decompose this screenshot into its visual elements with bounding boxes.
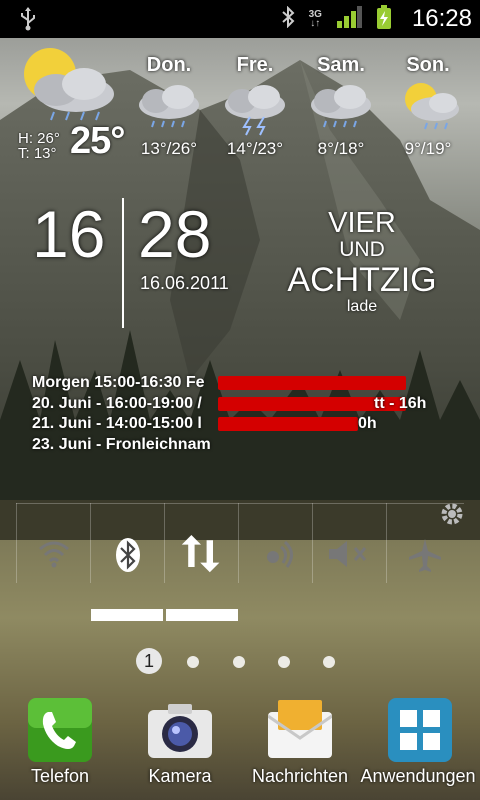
dock-label: Nachrichten xyxy=(251,766,349,786)
event-text: 21. Juni - 14:00-15:00 l xyxy=(32,415,202,432)
bluetooth-status-bar xyxy=(91,609,163,621)
calendar-event[interactable]: 21. Juni - 14:00-15:00 l 0h xyxy=(32,414,452,435)
dock-item-camera[interactable]: Kamera xyxy=(120,690,240,800)
toggle-wifi[interactable] xyxy=(16,503,91,583)
apps-grid-icon xyxy=(388,698,452,762)
sun-cloud-icon xyxy=(393,77,463,137)
event-text: 23. Juni - Fronleichnam xyxy=(32,435,211,453)
dock-label: Anwendungen xyxy=(360,766,476,786)
forecast-day-4[interactable]: Son. 9°/19° xyxy=(383,54,473,159)
word-clock-line-3: ACHTZIG xyxy=(287,261,437,299)
signal-icon xyxy=(336,5,362,33)
gps-icon xyxy=(267,540,293,568)
envelope-icon xyxy=(268,700,332,758)
clock-minute[interactable]: 28 xyxy=(138,198,211,270)
forecast-day-label: Fre. xyxy=(236,54,274,76)
toggle-gps[interactable] xyxy=(238,503,313,583)
usb-icon xyxy=(18,6,38,37)
dock-label: Telefon xyxy=(30,766,90,786)
calendar-event[interactable]: Morgen 15:00-16:30 Fe xyxy=(32,373,452,394)
bluetooth-icon xyxy=(281,5,295,33)
page-dot[interactable] xyxy=(233,656,245,668)
battery-status-label: lade xyxy=(346,298,378,315)
clock-date[interactable]: 16.06.2011 xyxy=(140,273,229,294)
forecast-range: 8°/18° xyxy=(317,139,365,158)
high-temp-label: H: 26° xyxy=(18,130,60,147)
dock: Telefon Kamera Nachrichten Anwendungen xyxy=(0,690,480,800)
thunderstorm-icon xyxy=(220,77,290,137)
rain-cloud-icon xyxy=(134,77,204,137)
calendar-event[interactable]: 23. Juni - Fronleichnam xyxy=(32,435,452,456)
forecast-day-label: Son. xyxy=(406,54,450,76)
battery-charging-icon xyxy=(376,4,392,34)
clock-divider xyxy=(122,198,124,328)
bluetooth-icon xyxy=(116,538,140,572)
event-tail: tt - 16h xyxy=(374,394,427,412)
toggle-sound[interactable] xyxy=(312,503,387,583)
phone-icon xyxy=(28,698,92,762)
network-type-indicator: 3G ↓↑ xyxy=(308,9,322,29)
calendar-event[interactable]: 20. Juni - 16:00-19:00 / tt - 16h xyxy=(32,394,452,415)
dock-item-phone[interactable]: Telefon xyxy=(0,690,120,800)
clock-hour[interactable]: 16 xyxy=(32,198,105,270)
low-temp-label: T: 13° xyxy=(18,145,57,162)
forecast-day-label: Don. xyxy=(146,54,192,76)
toggle-bluetooth[interactable] xyxy=(90,503,165,583)
forecast-range: 13°/26° xyxy=(140,139,198,158)
forecast-day-2[interactable]: Fre. 14°/23° xyxy=(210,54,300,159)
current-temperature[interactable]: 25° xyxy=(70,120,125,163)
status-bar: 3G ↓↑ 16:28 xyxy=(0,0,480,38)
power-widget xyxy=(16,503,464,623)
dock-item-messages[interactable]: Nachrichten xyxy=(240,690,360,800)
redaction-bar xyxy=(218,376,406,390)
word-clock-line-1: VIER xyxy=(328,207,396,239)
data-sync-icon xyxy=(181,535,220,573)
forecast-day-1[interactable]: Don. 13°/26° xyxy=(124,54,214,159)
forecast-day-3[interactable]: Sam. 8°/18° xyxy=(296,54,386,159)
page-dot[interactable] xyxy=(187,656,199,668)
word-clock-line-2: UND xyxy=(339,238,385,261)
word-clock[interactable]: VIER UND ACHTZIG lade xyxy=(282,208,442,316)
page-dot[interactable] xyxy=(323,656,335,668)
toggle-data-sync[interactable] xyxy=(164,503,239,583)
toggle-airplane[interactable] xyxy=(386,503,465,583)
wifi-icon xyxy=(39,541,69,568)
status-time: 16:28 xyxy=(411,5,472,32)
redaction-bar xyxy=(218,417,358,431)
rain-cloud-icon xyxy=(306,77,376,137)
event-tail: 0h xyxy=(358,415,377,432)
page-dot[interactable] xyxy=(278,656,290,668)
event-text: Morgen 15:00-16:30 Fe xyxy=(32,374,205,391)
airplane-icon xyxy=(409,539,441,572)
mute-icon xyxy=(329,541,367,567)
data-sync-status-bar xyxy=(166,609,238,621)
camera-icon xyxy=(148,704,212,758)
calendar-widget[interactable]: Morgen 15:00-16:30 Fe 20. Juni - 16:00-1… xyxy=(32,373,452,455)
high-low-temperatures: H: 26° T: 13° xyxy=(18,131,60,161)
forecast-range: 9°/19° xyxy=(404,139,452,158)
forecast-day-label: Sam. xyxy=(317,54,365,76)
page-indicator xyxy=(0,648,480,676)
forecast-range: 14°/23° xyxy=(226,139,284,158)
dock-item-apps[interactable]: Anwendungen xyxy=(360,690,480,800)
event-text: 20. Juni - 16:00-19:00 / xyxy=(32,394,202,412)
dock-label: Kamera xyxy=(148,766,212,786)
